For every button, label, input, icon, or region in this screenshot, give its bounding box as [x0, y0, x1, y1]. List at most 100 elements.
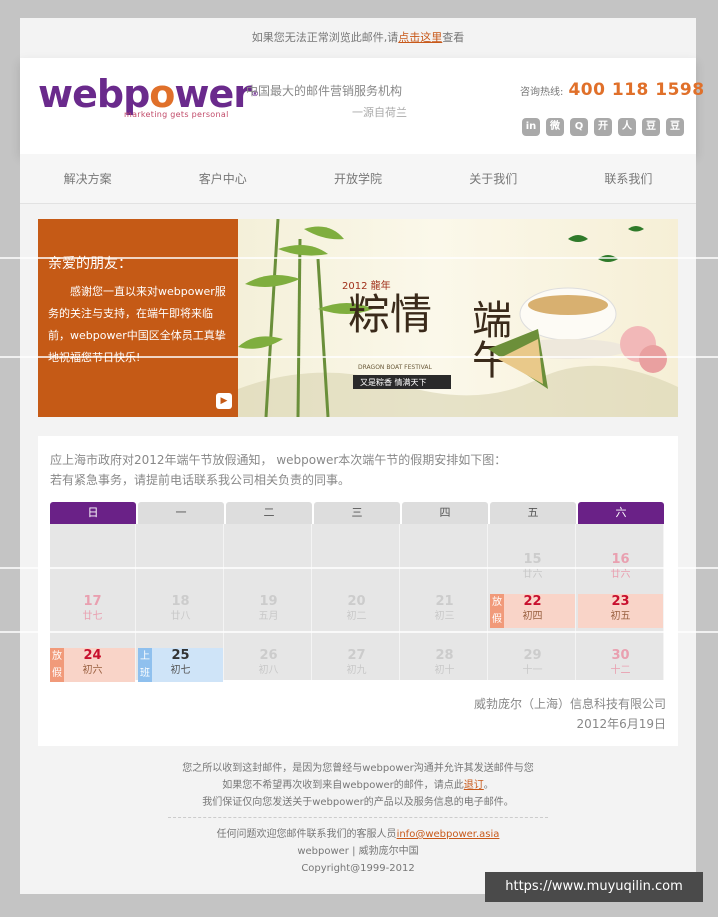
festival-art-sub: 粽情 — [348, 290, 432, 339]
day-number: 29 — [523, 648, 542, 663]
top-note: 如果您无法正常浏览此邮件,请点击这里查看 — [20, 18, 696, 58]
day-number: 18 — [171, 594, 190, 609]
weekday-fri: 五 — [490, 502, 576, 524]
footer-line-2: 如果您不希望再次收到来自webpower的邮件，请点此退订。 — [222, 780, 494, 791]
day-number: 15 — [523, 552, 542, 567]
social-links: in 微 Q 开 人 豆 豆 — [522, 118, 684, 136]
day-number: 16 — [611, 552, 630, 567]
calendar-day: 16 廿六 — [578, 552, 663, 586]
scanline — [0, 631, 718, 633]
play-arrow-icon[interactable]: ▶ — [216, 393, 232, 409]
lunar-date: 初十 — [434, 665, 455, 676]
calendar-day: 上班 25 初七 — [138, 648, 223, 682]
weekday-thu: 四 — [402, 502, 488, 524]
email-footer: 您之所以收到这封邮件，是因为您曾经与webpower沟通并允许其发送邮件与您 如… — [20, 760, 696, 877]
festival-art-svg: 粽情 端午 2012 龍年 DRAGON BOAT FESTIVAL 又是粽香 … — [238, 219, 678, 417]
day-number: 20 — [347, 594, 366, 609]
scanline — [0, 356, 718, 358]
festival-art-en: DRAGON BOAT FESTIVAL — [358, 364, 432, 371]
day-number: 23 — [611, 594, 630, 609]
day-status-tag: 放假 — [490, 594, 504, 628]
footer-contact: 任何问题欢迎您邮件联系我们的客服人员info@webpower.asia — [216, 829, 500, 840]
day-number: 27 — [347, 648, 366, 663]
unsubscribe-link[interactable]: 退订 — [464, 780, 484, 791]
douban-icon[interactable]: 豆 — [642, 118, 660, 136]
calendar-grid: 17 廿七放假 24 初六 18 廿八上班 25 初七 19 五月 26 初八 20 初二 27 初九 21 初三… — [50, 524, 664, 682]
kaixin-icon[interactable]: 开 — [594, 118, 612, 136]
lunar-date: 廿八 — [170, 611, 191, 622]
calendar-header: 日 一 二 三 四 五 六 — [50, 502, 664, 524]
day-number: 28 — [435, 648, 454, 663]
site-watermark: https://www.muyuqilin.com — [485, 872, 703, 902]
hotline-label: 咨询热线: — [520, 87, 564, 98]
webpower-logo[interactable]: webpower® marketing gets personal — [38, 74, 259, 119]
calendar-day: 27 初九 — [314, 648, 399, 682]
top-note-prefix: 如果您无法正常浏览此邮件,请 — [251, 31, 399, 44]
lunar-date: 初三 — [434, 611, 455, 622]
lunar-date: 十二 — [610, 665, 631, 676]
lunar-date: 初五 — [610, 611, 631, 622]
day-number: 26 — [259, 648, 278, 663]
festival-art-caption: 又是粽香 情满天下 — [360, 377, 427, 387]
calendar-day: 21 初三 — [402, 594, 487, 628]
lunar-date: 十一 — [522, 665, 543, 676]
calendar-day: 放假 22 初四 — [490, 594, 575, 628]
calendar-column: 15 廿六 放假 22 初四 29 十一 — [490, 524, 576, 680]
weekday-tue: 二 — [226, 502, 312, 524]
calendar-day: 29 十一 — [490, 648, 575, 682]
lunar-date: 廿六 — [610, 569, 631, 580]
footer-divider — [168, 817, 548, 818]
footer-line-3: 我们保证仅向您发送关于webpower的产品以及服务信息的电子邮件。 — [202, 797, 514, 808]
holiday-calendar: 日 一 二 三 四 五 六 17 廿七放假 24 初六 18 廿八上班 25 初七 19 五月 26… — [50, 502, 664, 682]
lunar-date: 五月 — [258, 611, 279, 622]
holiday-notice: 应上海市政府对2012年端午节放假通知， webpower本次端午节的假期安排如… — [38, 436, 678, 746]
qq-icon[interactable]: Q — [570, 118, 588, 136]
weekday-wed: 三 — [314, 502, 400, 524]
festival-banner: 亲爱的朋友： 感谢您一直以来对webpower服务的关注与支持，在端午即将来临前… — [38, 219, 678, 417]
calendar-column: 17 廿七放假 24 初六 — [50, 524, 136, 682]
nav-solutions[interactable]: 解决方案 — [20, 154, 155, 203]
calendar-day: 放假 24 初六 — [50, 648, 135, 682]
calendar-day: 17 廿七 — [50, 594, 135, 628]
festival-art-title: 端午 — [465, 299, 511, 379]
notice-text: 应上海市政府对2012年端午节放假通知， webpower本次端午节的假期安排如… — [50, 450, 506, 490]
calendar-day: 19 五月 — [226, 594, 311, 628]
calendar-day: 28 初十 — [402, 648, 487, 682]
douban-alt-icon[interactable]: 豆 — [666, 118, 684, 136]
day-status-tag: 上班 — [138, 648, 152, 682]
festival-art-year: 2012 龍年 — [342, 279, 391, 292]
email-header: webpower® marketing gets personal 中国最大的邮… — [20, 58, 704, 154]
renren-icon[interactable]: 人 — [618, 118, 636, 136]
slogan: 中国最大的邮件营销服务机构 — [246, 84, 403, 98]
nav-contact-us[interactable]: 联系我们 — [561, 154, 696, 203]
nav-customer-center[interactable]: 客户中心 — [155, 154, 290, 203]
greeting-panel: 亲爱的朋友： 感谢您一直以来对webpower服务的关注与支持，在端午即将来临前… — [38, 219, 238, 417]
calendar-column: 20 初二 27 初九 — [314, 524, 400, 680]
weibo-icon[interactable]: 微 — [546, 118, 564, 136]
lunar-date: 初九 — [346, 665, 367, 676]
top-note-suffix: 查看 — [442, 31, 465, 44]
lunar-date: 初八 — [258, 665, 279, 676]
footer-company: webpower | 威勃庞尔中国 — [297, 846, 419, 857]
scanline — [0, 567, 718, 569]
view-online-link[interactable]: 点击这里 — [398, 31, 442, 44]
weekday-sun: 日 — [50, 502, 136, 524]
weekday-sat: 六 — [578, 502, 664, 524]
calendar-day: 20 初二 — [314, 594, 399, 628]
day-number: 19 — [259, 594, 278, 609]
notice-line-2: 若有紧急事务，请提前电话联系我公司相关负责的同事。 — [50, 473, 351, 487]
lunar-date: 初二 — [346, 611, 367, 622]
support-email-link[interactable]: info@webpower.asia — [397, 829, 500, 840]
calendar-column: 18 廿八上班 25 初七 — [138, 524, 224, 682]
notice-date: 2012年6月19日 — [576, 717, 666, 731]
festival-artwork: 粽情 端午 2012 龍年 DRAGON BOAT FESTIVAL 又是粽香 … — [238, 219, 678, 417]
linkedin-icon[interactable]: in — [522, 118, 540, 136]
hotline: 咨询热线: 400 118 1598 — [520, 80, 705, 100]
weekday-mon: 一 — [138, 502, 224, 524]
footer-line-1: 您之所以收到这封邮件，是因为您曾经与webpower沟通并允许其发送邮件与您 — [182, 763, 534, 774]
day-status-tag: 放假 — [50, 648, 64, 682]
notice-line-1: 应上海市政府对2012年端午节放假通知， webpower本次端午节的假期安排如… — [50, 453, 507, 467]
nav-about-us[interactable]: 关于我们 — [426, 154, 561, 203]
nav-academy[interactable]: 开放学院 — [290, 154, 425, 203]
lunar-date: 廿七 — [82, 611, 103, 622]
